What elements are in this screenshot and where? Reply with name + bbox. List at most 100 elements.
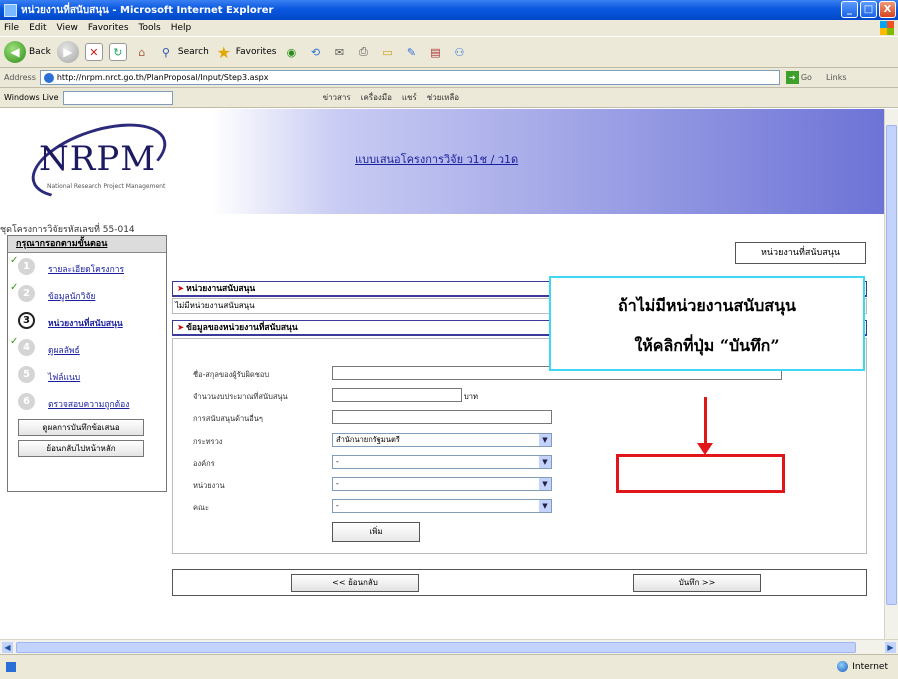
menu-tools[interactable]: Tools bbox=[139, 23, 161, 33]
links-label[interactable]: Links bbox=[826, 73, 847, 82]
other-support-input[interactable] bbox=[332, 410, 552, 424]
page-content: NRPM National Research Project Managemen… bbox=[0, 109, 884, 639]
view-saved-proposal-button[interactable]: ดูผลการบันทึกข้อเสนอ bbox=[18, 419, 144, 436]
windows-live-toolbar: Windows Live ข่าวสาร เครื่องมือ แชร์ ช่ว… bbox=[0, 88, 898, 108]
logo-tagline: National Research Project Management bbox=[47, 183, 166, 190]
step-number: 5 bbox=[18, 366, 35, 383]
horizontal-scrollbar[interactable]: ◀ ▶ bbox=[0, 639, 898, 654]
live-brand: Windows Live bbox=[4, 93, 59, 102]
windows-logo-icon bbox=[880, 21, 894, 35]
live-link[interactable]: ข่าวสาร bbox=[323, 91, 351, 104]
sidebar-step-2[interactable]: ✓ 2 ข้อมูลนักวิจัย bbox=[8, 280, 166, 307]
live-links: ข่าวสาร เครื่องมือ แชร์ ช่วยเหลือ bbox=[323, 91, 460, 104]
back-to-main-button[interactable]: ย้อนกลับไปหน้าหลัก bbox=[18, 440, 144, 457]
field-label-ministry: กระทรวง bbox=[193, 437, 223, 446]
sidebar-step-5[interactable]: 5 ไฟล์แนบ bbox=[8, 361, 166, 388]
budget-input[interactable] bbox=[332, 388, 462, 402]
callout-line-1: ถ้าไม่มีหน่วยงานสนับสนุน bbox=[618, 296, 796, 315]
sidebar-step-3[interactable]: 3 หน่วยงานที่สนับสนุน bbox=[8, 307, 166, 334]
zone-label: Internet bbox=[852, 661, 888, 672]
menu-favorites[interactable]: Favorites bbox=[88, 23, 129, 33]
status-bar: Internet bbox=[0, 654, 898, 679]
stop-icon[interactable]: ✕ bbox=[84, 43, 103, 61]
organization-selected: - bbox=[336, 457, 339, 466]
media-icon[interactable]: ◉ bbox=[282, 43, 300, 61]
print-icon[interactable]: ⎙ bbox=[354, 43, 372, 61]
save-button-highlight bbox=[616, 454, 785, 493]
step-number: 3 bbox=[18, 312, 35, 329]
search-icon: ⚲ bbox=[161, 45, 170, 59]
sidebar-step-4[interactable]: ✓ 4 ดูผลลัพธ์ bbox=[8, 334, 166, 361]
field-label-budget: จำนวนงบประมาณที่สนับสนุน bbox=[193, 392, 288, 401]
sidebar-step-1[interactable]: ✓ 1 รายละเอียดโครงการ bbox=[8, 253, 166, 280]
folder-icon[interactable]: ▭ bbox=[378, 43, 396, 61]
maximize-button[interactable]: □ bbox=[860, 1, 877, 18]
live-link[interactable]: ช่วยเหลือ bbox=[427, 91, 459, 104]
menu-view[interactable]: View bbox=[57, 23, 78, 33]
vertical-scrollbar[interactable] bbox=[884, 109, 898, 639]
step-label: ข้อมูลนักวิจัย bbox=[48, 292, 96, 302]
scroll-left-icon[interactable]: ◀ bbox=[2, 642, 13, 653]
organization-select[interactable]: - ▼ bbox=[332, 455, 552, 469]
menu-help[interactable]: Help bbox=[171, 23, 192, 33]
scroll-right-icon[interactable]: ▶ bbox=[885, 642, 896, 653]
messenger-icon[interactable]: ⚇ bbox=[450, 43, 468, 61]
step-number: 2 bbox=[18, 285, 35, 302]
nrpm-logo: NRPM National Research Project Managemen… bbox=[22, 109, 176, 214]
address-bar: Address http://nrpm.nrct.go.th/PlanPropo… bbox=[0, 68, 898, 88]
forward-button[interactable]: ▶ bbox=[56, 41, 79, 63]
faculty-select[interactable]: - ▼ bbox=[332, 499, 552, 513]
globe-icon bbox=[837, 661, 849, 672]
scroll-thumb[interactable] bbox=[16, 642, 856, 653]
history-icon[interactable]: ⟲ bbox=[306, 43, 324, 61]
live-search-input[interactable] bbox=[62, 90, 173, 105]
tab-support-agency[interactable]: หน่วยงานที่สนับสนุน bbox=[735, 242, 866, 264]
refresh-icon[interactable]: ↻ bbox=[108, 43, 127, 61]
address-label: Address bbox=[4, 73, 36, 82]
step-label: ไฟล์แนบ bbox=[48, 373, 81, 383]
chevron-down-icon: ▼ bbox=[539, 434, 551, 446]
callout-line-2: ให้คลิกที่ปุ่ม “บันทึก” bbox=[634, 336, 780, 355]
back-label: Back bbox=[29, 47, 51, 57]
go-button[interactable]: ➜ Go bbox=[785, 71, 812, 84]
live-link[interactable]: เครื่องมือ bbox=[361, 91, 392, 104]
save-button[interactable]: บันทึก >> bbox=[633, 574, 761, 592]
star-icon: ★ bbox=[216, 42, 231, 62]
mail-icon[interactable]: ✉ bbox=[330, 43, 348, 61]
page-title[interactable]: แบบเสนอโครงการวิจัย ว1ช / ว1ด bbox=[355, 150, 518, 168]
sidebar-step-6[interactable]: 6 ตรวจสอบความถูกต้อง bbox=[8, 388, 166, 415]
section-arrow-icon: ➤ bbox=[177, 284, 185, 294]
field-label-faculty: คณะ bbox=[193, 503, 210, 512]
section-title: หน่วยงานสนับสนุน bbox=[186, 284, 256, 294]
ministry-select[interactable]: สำนักนายกรัฐมนตรี ▼ bbox=[332, 433, 552, 447]
research-icon[interactable]: ▤ bbox=[426, 43, 444, 61]
menu-edit[interactable]: Edit bbox=[29, 23, 46, 33]
previous-button[interactable]: << ย้อนกลับ bbox=[291, 574, 419, 592]
edit-icon[interactable]: ✎ bbox=[402, 43, 420, 61]
step-label: รายละเอียดโครงการ bbox=[48, 265, 125, 275]
search-button[interactable]: ⚲ Search bbox=[157, 43, 209, 61]
agency-select[interactable]: - ▼ bbox=[332, 477, 552, 491]
field-label-responsible: ชื่อ-สกุลของผู้รับผิดชอบ bbox=[193, 370, 270, 379]
field-label-organization: องค์กร bbox=[193, 459, 215, 468]
step-label: หน่วยงานที่สนับสนุน bbox=[48, 319, 123, 329]
step-number: 6 bbox=[18, 393, 35, 410]
address-input[interactable]: http://nrpm.nrct.go.th/PlanProposal/Inpu… bbox=[39, 70, 780, 85]
favorites-button[interactable]: ★ Favorites bbox=[215, 42, 277, 62]
back-button[interactable]: ◀ Back bbox=[4, 41, 51, 63]
minimize-button[interactable]: _ bbox=[841, 1, 858, 18]
instruction-callout: ถ้าไม่มีหน่วยงานสนับสนุน ให้คลิกที่ปุ่ม … bbox=[549, 276, 865, 371]
section-arrow-icon: ➤ bbox=[177, 323, 185, 333]
add-button[interactable]: เพิ่ม bbox=[332, 522, 420, 542]
home-icon[interactable]: ⌂ bbox=[133, 43, 151, 61]
close-button[interactable]: X bbox=[879, 1, 896, 18]
live-link[interactable]: แชร์ bbox=[402, 91, 417, 104]
menu-file[interactable]: File bbox=[4, 23, 19, 33]
security-zone: Internet bbox=[837, 661, 888, 672]
steps-sidebar: กรุณากรอกตามขั้นตอน ✓ 1 รายละเอียดโครงกา… bbox=[7, 235, 167, 492]
header-banner: NRPM National Research Project Managemen… bbox=[0, 109, 884, 214]
ie-app-icon bbox=[4, 3, 17, 17]
scroll-thumb[interactable] bbox=[886, 125, 897, 605]
chevron-down-icon: ▼ bbox=[539, 456, 551, 468]
logo-text: NRPM bbox=[39, 139, 157, 179]
